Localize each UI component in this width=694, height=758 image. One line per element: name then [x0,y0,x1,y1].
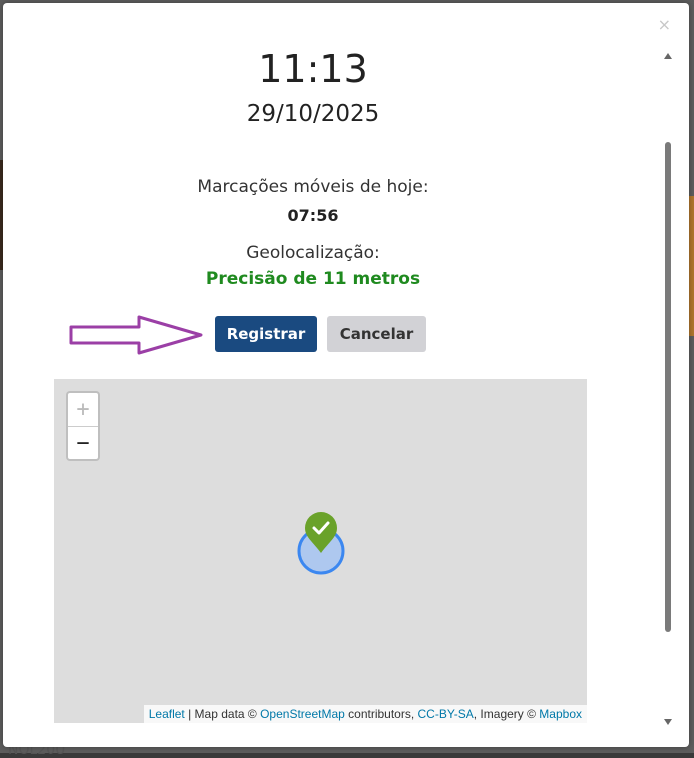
register-modal: × 11:13 29/10/2025 Marcações móveis de h… [3,3,689,747]
modal-scrollbar[interactable] [661,47,675,731]
map-view[interactable]: + − Leaflet | Map data © OpenStreetMap c… [54,379,587,723]
zoom-in-button[interactable]: + [68,393,98,427]
current-time: 11:13 [3,47,623,91]
close-icon[interactable]: × [658,15,671,34]
current-date: 29/10/2025 [3,101,623,127]
attribution-imagery: , Imagery © [474,707,540,721]
leaflet-link[interactable]: Leaflet [149,707,185,721]
geolocation-label: Geolocalização: [3,243,623,263]
cancel-button[interactable]: Cancelar [327,316,426,352]
register-button[interactable]: Registrar [215,316,317,352]
zoom-out-button[interactable]: − [68,427,98,460]
zoom-control: + − [66,391,100,461]
license-link[interactable]: CC-BY-SA [418,707,474,721]
scroll-up-icon[interactable] [664,53,672,59]
scroll-thumb[interactable] [665,142,671,632]
attribution-contributors: contributors, [345,707,418,721]
geolocation-precision: Precisão de 11 metros [3,269,623,289]
scroll-down-icon[interactable] [664,719,672,725]
markings-label: Marcações móveis de hoje: [3,177,623,197]
attribution-text: | Map data © [185,707,260,721]
arrow-right-outline-icon [69,315,205,355]
location-marker[interactable] [295,509,347,583]
mapbox-link[interactable]: Mapbox [539,707,582,721]
map-attribution: Leaflet | Map data © OpenStreetMap contr… [144,705,587,723]
map-marker-check-icon[interactable] [295,509,347,579]
markings-value: 07:56 [3,206,623,225]
openstreetmap-link[interactable]: OpenStreetMap [260,707,345,721]
